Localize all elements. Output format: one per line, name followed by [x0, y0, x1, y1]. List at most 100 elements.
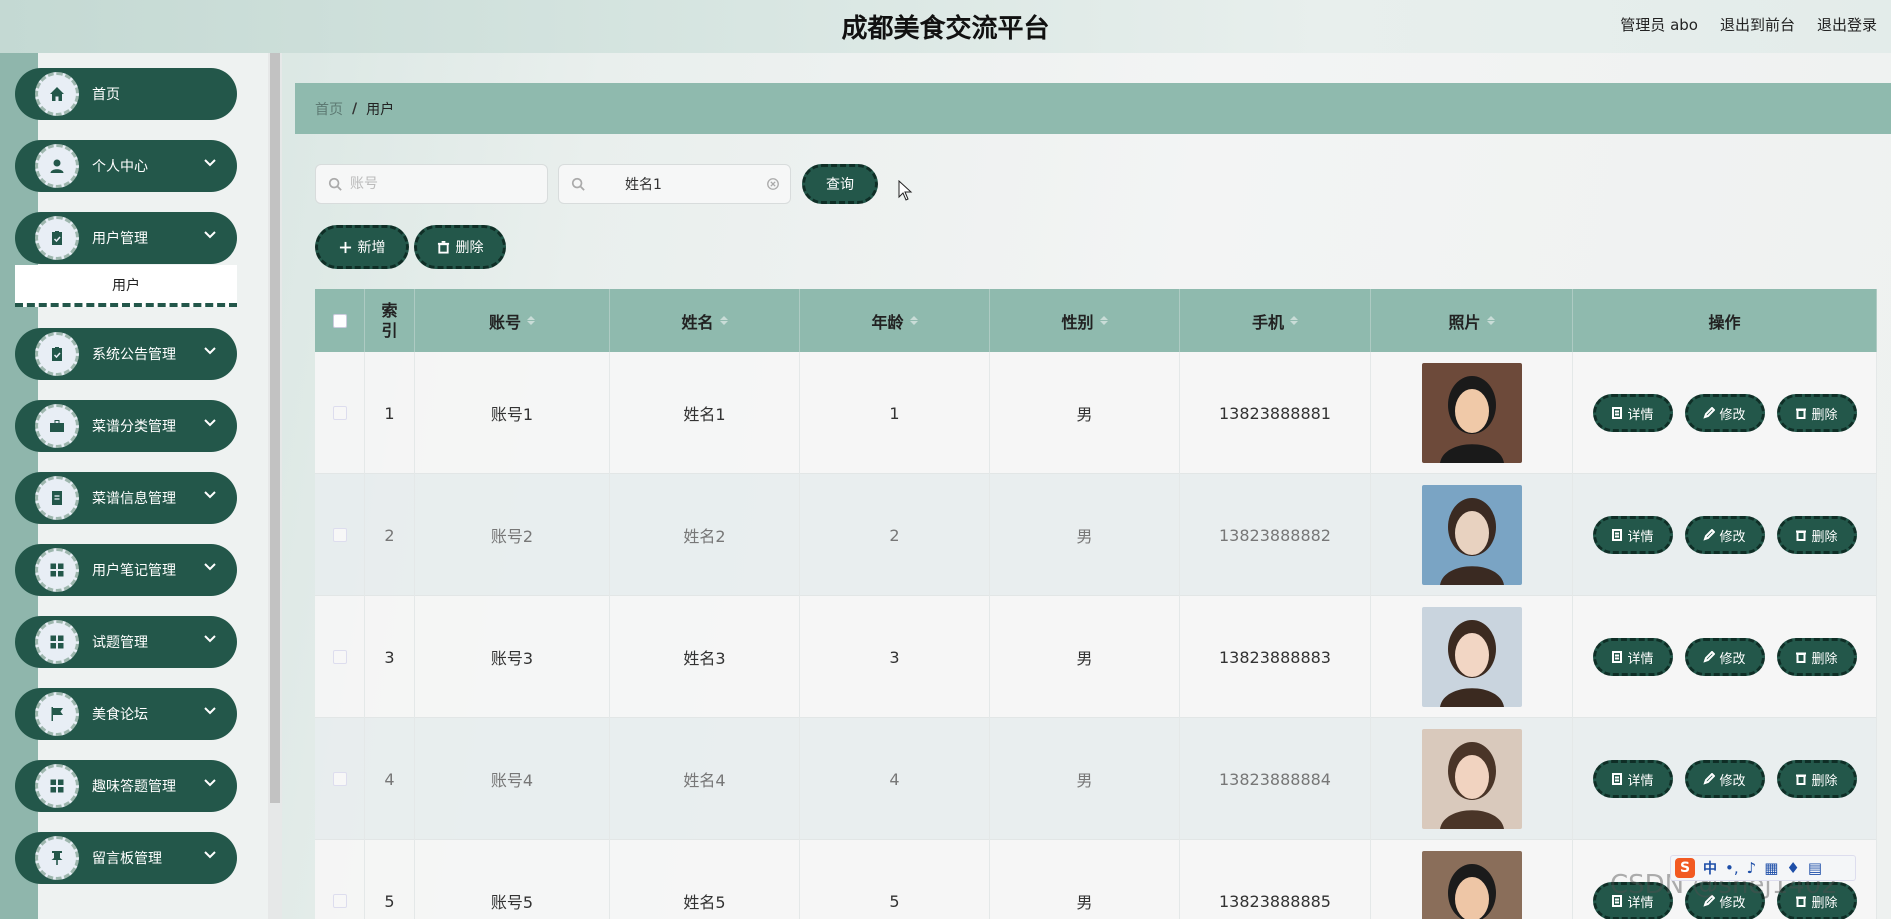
- select-all-checkbox[interactable]: [332, 313, 347, 328]
- sidebar-item-label: 菜谱信息管理: [92, 491, 176, 507]
- sort-icon[interactable]: [1486, 316, 1495, 325]
- column-header-label: 照片: [1448, 312, 1481, 332]
- actions-cell: 详情 修改 删除: [1573, 352, 1877, 474]
- breadcrumb-home[interactable]: 首页: [315, 99, 343, 119]
- sidebar-item-8[interactable]: 美食论坛: [15, 688, 237, 740]
- column-header-photo[interactable]: 照片: [1371, 289, 1573, 352]
- sort-icon[interactable]: [527, 316, 535, 325]
- back-to-front-link[interactable]: 退出到前台: [1720, 14, 1795, 35]
- edit-button[interactable]: 修改: [1684, 394, 1765, 432]
- sidebar-item-label: 系统公告管理: [92, 347, 176, 363]
- chevron-down-icon: [203, 415, 217, 429]
- sidebar-item-9[interactable]: 趣味答题管理: [15, 760, 237, 812]
- name-search-field[interactable]: [558, 164, 791, 204]
- delete-button[interactable]: 删除: [1776, 394, 1857, 432]
- add-button[interactable]: 新增: [315, 225, 409, 269]
- row-checkbox[interactable]: [332, 406, 347, 420]
- column-header-gender[interactable]: 性别: [990, 289, 1180, 352]
- age-cell: 5: [800, 840, 990, 919]
- trash-icon: [1796, 774, 1807, 785]
- ime-mode-label[interactable]: 中: [1703, 858, 1717, 878]
- admin-user-label[interactable]: 管理员 abo: [1620, 14, 1698, 35]
- grid-icon: [35, 764, 79, 808]
- grid-icon: [35, 548, 79, 592]
- apps-icon[interactable]: ▤: [1808, 859, 1822, 877]
- sogou-logo-icon: S: [1675, 858, 1695, 878]
- row-checkbox-cell: [315, 352, 365, 474]
- user-photo: [1421, 851, 1522, 919]
- sidebar-item-label: 试题管理: [92, 635, 148, 651]
- ime-toolbar[interactable]: S 中 •, ♪ ▦ ♦ ▤: [1670, 855, 1856, 881]
- delete-button[interactable]: 删除: [1776, 516, 1857, 554]
- index-cell: 1: [365, 352, 415, 474]
- sidebar-item-7[interactable]: 试题管理: [15, 616, 237, 668]
- column-header-label: 操作: [1708, 312, 1741, 332]
- batch-delete-button[interactable]: 删除: [414, 225, 506, 269]
- column-header-select-all[interactable]: [315, 289, 365, 352]
- gender-cell: 男: [990, 596, 1180, 718]
- query-button-label: 查询: [826, 177, 854, 193]
- sidebar-item-1[interactable]: 个人中心: [15, 140, 237, 192]
- punctuation-icon[interactable]: •,: [1725, 859, 1739, 877]
- sidebar-item-2[interactable]: 用户管理: [15, 212, 237, 264]
- sidebar-item-5[interactable]: 菜谱信息管理: [15, 472, 237, 524]
- table-row: 3 账号3 姓名3 3 男 13823888883 详情 修改 删除: [315, 596, 1877, 718]
- search-icon: [328, 177, 342, 191]
- edit-button[interactable]: 修改: [1684, 760, 1765, 798]
- edit-button[interactable]: 修改: [1684, 516, 1765, 554]
- detail-button[interactable]: 详情: [1592, 760, 1673, 798]
- sort-icon[interactable]: [909, 316, 918, 325]
- sidebar-item-3[interactable]: 系统公告管理: [15, 328, 237, 380]
- logout-link[interactable]: 退出登录: [1817, 14, 1877, 35]
- row-actions: 详情 修改 删除: [1592, 638, 1857, 676]
- action-label: 删除: [1811, 407, 1838, 423]
- breadcrumb-current: 用户: [366, 101, 395, 118]
- sidebar-item-4[interactable]: 菜谱分类管理: [15, 400, 237, 452]
- name-search-input[interactable]: [625, 176, 735, 192]
- sidebar-item-6[interactable]: 用户笔记管理: [15, 544, 237, 596]
- row-checkbox[interactable]: [332, 772, 347, 786]
- account-search-input[interactable]: [350, 176, 490, 192]
- keyboard-icon[interactable]: ▦: [1764, 859, 1778, 877]
- detail-button[interactable]: 详情: [1592, 516, 1673, 554]
- sort-icon[interactable]: [1099, 316, 1108, 325]
- document-icon: [1612, 407, 1623, 419]
- detail-button[interactable]: 详情: [1592, 638, 1673, 676]
- sort-icon[interactable]: [719, 316, 728, 325]
- photo-cell: [1371, 474, 1573, 596]
- sort-icon[interactable]: [1290, 316, 1298, 325]
- submenu-item-user[interactable]: 用户: [15, 265, 237, 307]
- row-checkbox[interactable]: [332, 894, 347, 908]
- sidebar-item-0[interactable]: 首页: [15, 68, 237, 120]
- row-actions: 详情 修改 删除: [1592, 394, 1857, 432]
- gender-cell: 男: [990, 840, 1180, 919]
- index-cell: 4: [365, 718, 415, 840]
- column-header-label: 年龄: [871, 312, 904, 332]
- column-header-age[interactable]: 年龄: [800, 289, 990, 352]
- sidebar-scrollbar[interactable]: [268, 53, 282, 919]
- detail-button[interactable]: 详情: [1592, 394, 1673, 432]
- column-header-account[interactable]: 账号: [415, 289, 610, 352]
- delete-button[interactable]: 删除: [1776, 638, 1857, 676]
- microphone-icon[interactable]: ♪: [1747, 859, 1757, 877]
- row-checkbox[interactable]: [332, 528, 347, 542]
- name-cell: 姓名5: [610, 840, 800, 919]
- actions-cell: 详情 修改 删除: [1573, 474, 1877, 596]
- table-row: 2 账号2 姓名2 2 男 13823888882 详情 修改 删除: [315, 474, 1877, 596]
- row-checkbox[interactable]: [332, 650, 347, 664]
- query-button[interactable]: 查询: [802, 164, 878, 204]
- trash-icon: [1796, 408, 1807, 419]
- name-cell: 姓名4: [610, 718, 800, 840]
- scrollbar-thumb[interactable]: [270, 53, 280, 803]
- delete-button[interactable]: 删除: [1776, 760, 1857, 798]
- skin-icon[interactable]: ♦: [1786, 859, 1799, 877]
- edit-button[interactable]: 修改: [1684, 638, 1765, 676]
- column-header-phone[interactable]: 手机: [1180, 289, 1371, 352]
- account-search-field[interactable]: [315, 164, 548, 204]
- sidebar-item-label: 首页: [92, 87, 120, 103]
- document-icon: [1612, 651, 1623, 663]
- column-header-name[interactable]: 姓名: [610, 289, 800, 352]
- clear-icon[interactable]: [766, 177, 780, 191]
- column-header-label: 账号: [488, 312, 521, 332]
- sidebar-item-10[interactable]: 留言板管理: [15, 832, 237, 884]
